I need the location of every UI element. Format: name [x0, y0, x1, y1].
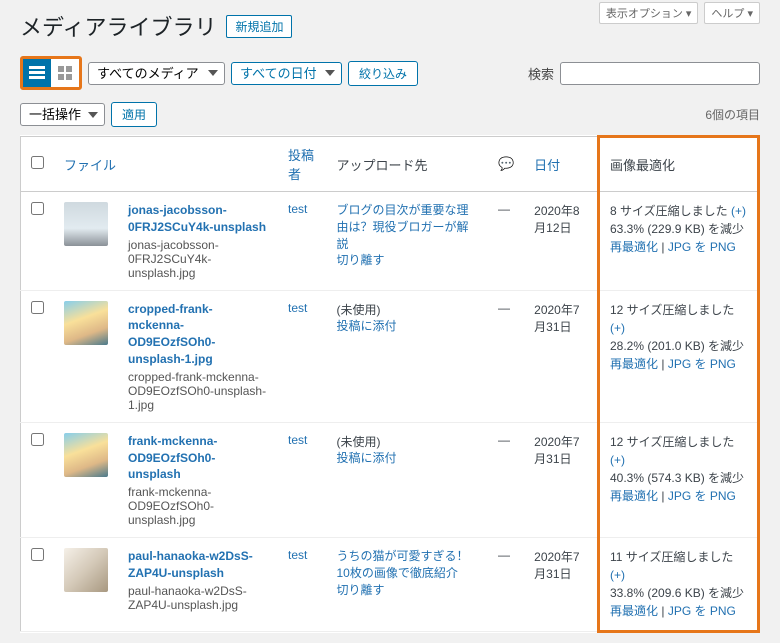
- author-link[interactable]: test: [288, 202, 307, 216]
- file-name: cropped-frank-mckenna-OD9EOzfSOh0-unspla…: [128, 370, 268, 412]
- file-name: frank-mckenna-OD9EOzfSOh0-unsplash.jpg: [128, 485, 268, 527]
- screen-options-button[interactable]: 表示オプション ▾: [599, 2, 699, 24]
- opt-sizes: 12 サイズ圧縮しました (+): [610, 301, 747, 337]
- opt-sizes: 8 サイズ圧縮しました (+): [610, 202, 747, 220]
- table-row: jonas-jacobsson-0FRJ2SCuY4k-unsplash jona…: [21, 192, 759, 291]
- opt-saving: 63.3% (229.9 KB) を減少: [610, 220, 747, 238]
- row-checkbox[interactable]: [31, 548, 44, 561]
- items-count: 6個の項目: [705, 106, 760, 123]
- opt-sizes: 11 サイズ圧縮しました (+): [610, 548, 747, 584]
- grid-view-button[interactable]: [51, 59, 79, 87]
- comment-count: —: [488, 290, 524, 422]
- file-title-link[interactable]: frank-mckenna-OD9EOzfSOh0-unsplash: [128, 434, 217, 482]
- jpg-to-png-link[interactable]: JPG を PNG: [668, 604, 736, 618]
- file-title-link[interactable]: paul-hanaoka-w2DsS-ZAP4U-unsplash: [128, 549, 253, 580]
- jpg-to-png-link[interactable]: JPG を PNG: [668, 357, 736, 371]
- opt-saving: 33.8% (209.6 KB) を減少: [610, 584, 747, 602]
- reoptimize-link[interactable]: 再最適化: [610, 604, 658, 618]
- file-title-link[interactable]: jonas-jacobsson-0FRJ2SCuY4k-unsplash: [128, 203, 266, 234]
- file-name: paul-hanaoka-w2DsS-ZAP4U-unsplash.jpg: [128, 584, 268, 612]
- author-link[interactable]: test: [288, 301, 307, 315]
- attach-link[interactable]: 投稿に添付: [337, 318, 478, 335]
- attach-link[interactable]: 投稿に添付: [337, 450, 478, 467]
- date-filter-select[interactable]: すべての日付: [231, 62, 342, 85]
- file-name: jonas-jacobsson-0FRJ2SCuY4k-unsplash.jpg: [128, 238, 268, 280]
- col-author[interactable]: 投稿者: [288, 148, 314, 182]
- file-title-link[interactable]: cropped-frank-mckenna-OD9EOzfSOh0-unspla…: [128, 302, 215, 366]
- expand-icon[interactable]: (+): [610, 453, 625, 467]
- detach-link[interactable]: 切り離す: [337, 252, 478, 269]
- select-all-checkbox[interactable]: [31, 156, 44, 169]
- upload-target-link[interactable]: ブログの目次が重要な理由は？現役ブロガーが解説: [337, 202, 478, 252]
- bulk-action-select[interactable]: 一括操作: [20, 103, 105, 126]
- filter-button[interactable]: 絞り込み: [348, 61, 418, 86]
- detach-link[interactable]: 切り離す: [337, 582, 478, 599]
- page-title: メディアライブラリ: [20, 10, 216, 42]
- comment-count: —: [488, 538, 524, 632]
- row-checkbox[interactable]: [31, 433, 44, 446]
- col-file[interactable]: ファイル: [64, 158, 116, 173]
- opt-saving: 40.3% (574.3 KB) を減少: [610, 469, 747, 487]
- reoptimize-link[interactable]: 再最適化: [610, 240, 658, 254]
- list-view-button[interactable]: [23, 59, 51, 87]
- table-row: cropped-frank-mckenna-OD9EOzfSOh0-unspla…: [21, 290, 759, 422]
- expand-icon[interactable]: (+): [610, 568, 625, 582]
- expand-icon[interactable]: (+): [610, 321, 625, 335]
- thumbnail[interactable]: [64, 548, 108, 592]
- comment-count: —: [488, 422, 524, 537]
- author-link[interactable]: test: [288, 433, 307, 447]
- add-new-button[interactable]: 新規追加: [226, 15, 292, 38]
- date-cell: 2020年7月31日: [524, 538, 598, 632]
- view-toggle: [20, 56, 82, 90]
- grid-icon: [58, 66, 72, 80]
- media-type-select[interactable]: すべてのメディア: [88, 62, 225, 85]
- jpg-to-png-link[interactable]: JPG を PNG: [668, 489, 736, 503]
- date-cell: 2020年7月31日: [524, 422, 598, 537]
- author-link[interactable]: test: [288, 548, 307, 562]
- list-icon: [29, 66, 45, 80]
- opt-sizes: 12 サイズ圧縮しました (+): [610, 433, 747, 469]
- reoptimize-link[interactable]: 再最適化: [610, 357, 658, 371]
- thumbnail[interactable]: [64, 301, 108, 345]
- media-table: ファイル 投稿者 アップロード先 💬 日付 画像最適化 jonas-jacobs…: [20, 135, 760, 633]
- search-input[interactable]: [560, 62, 760, 85]
- apply-button[interactable]: 適用: [111, 102, 157, 127]
- table-row: paul-hanaoka-w2DsS-ZAP4U-unsplash paul-ha…: [21, 538, 759, 632]
- row-checkbox[interactable]: [31, 301, 44, 314]
- search-label: 検索: [528, 64, 554, 83]
- help-button[interactable]: ヘルプ ▾: [704, 2, 760, 24]
- row-checkbox[interactable]: [31, 202, 44, 215]
- date-cell: 2020年8月12日: [524, 192, 598, 291]
- col-uploaded-to: アップロード先: [327, 137, 488, 192]
- comments-icon: 💬: [498, 156, 514, 171]
- unused-label: (未使用): [337, 303, 381, 317]
- jpg-to-png-link[interactable]: JPG を PNG: [668, 240, 736, 254]
- opt-saving: 28.2% (201.0 KB) を減少: [610, 337, 747, 355]
- table-row: frank-mckenna-OD9EOzfSOh0-unsplashfrank-…: [21, 422, 759, 537]
- reoptimize-link[interactable]: 再最適化: [610, 489, 658, 503]
- col-optimization: 画像最適化: [599, 137, 759, 192]
- date-cell: 2020年7月31日: [524, 290, 598, 422]
- col-date[interactable]: 日付: [534, 158, 560, 173]
- comment-count: —: [488, 192, 524, 291]
- upload-target-link[interactable]: うちの猫が可愛すぎる！10枚の画像で徹底紹介: [337, 548, 478, 582]
- expand-icon[interactable]: (+): [731, 204, 746, 218]
- thumbnail[interactable]: [64, 433, 108, 477]
- unused-label: (未使用): [337, 435, 381, 449]
- thumbnail[interactable]: [64, 202, 108, 246]
